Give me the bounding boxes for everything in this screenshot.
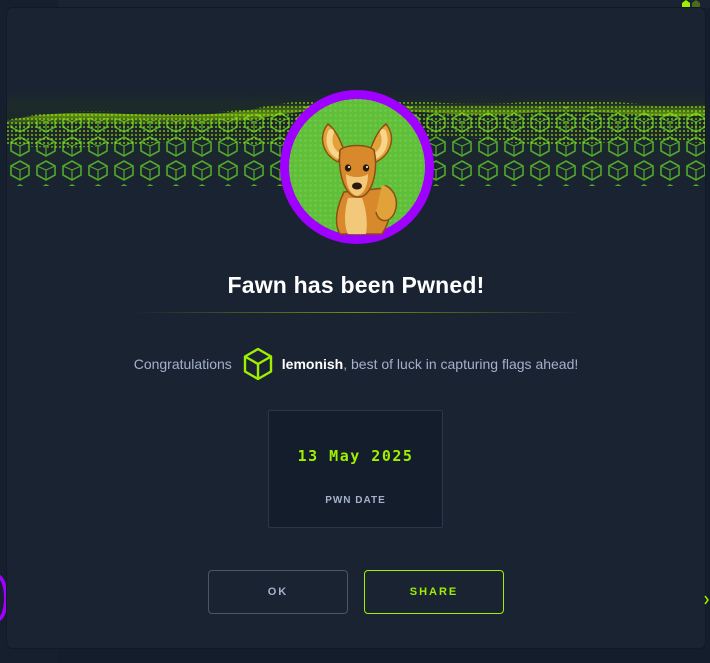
- congrats-suffix: , best of luck in capturing flags ahead!: [343, 356, 579, 372]
- username: lemonish: [281, 356, 344, 372]
- share-button[interactable]: SHARE: [364, 570, 504, 614]
- pwn-date-card: 13 May 2025 PWN DATE: [268, 410, 443, 528]
- pwn-date-value: 13 May 2025: [297, 447, 414, 465]
- fawn-avatar-icon: [280, 90, 434, 244]
- backdrop-page: [0, 0, 710, 8]
- dialog-title: Fawn has been Pwned!: [227, 272, 485, 298]
- title-divider: [134, 312, 580, 313]
- backdrop-corner-icon: [682, 0, 700, 8]
- pwned-dialog: Fawn has been Pwned! Congratulations lem…: [7, 8, 705, 648]
- htb-cube-icon: [243, 347, 272, 381]
- congrats-prefix: Congratulations: [133, 356, 232, 372]
- ok-button[interactable]: OK: [208, 570, 348, 614]
- backdrop-edge-icon: [704, 595, 709, 605]
- congrats-message: Congratulations lemonish, best of luck i…: [7, 347, 705, 381]
- pwn-date-label: PWN DATE: [325, 495, 386, 506]
